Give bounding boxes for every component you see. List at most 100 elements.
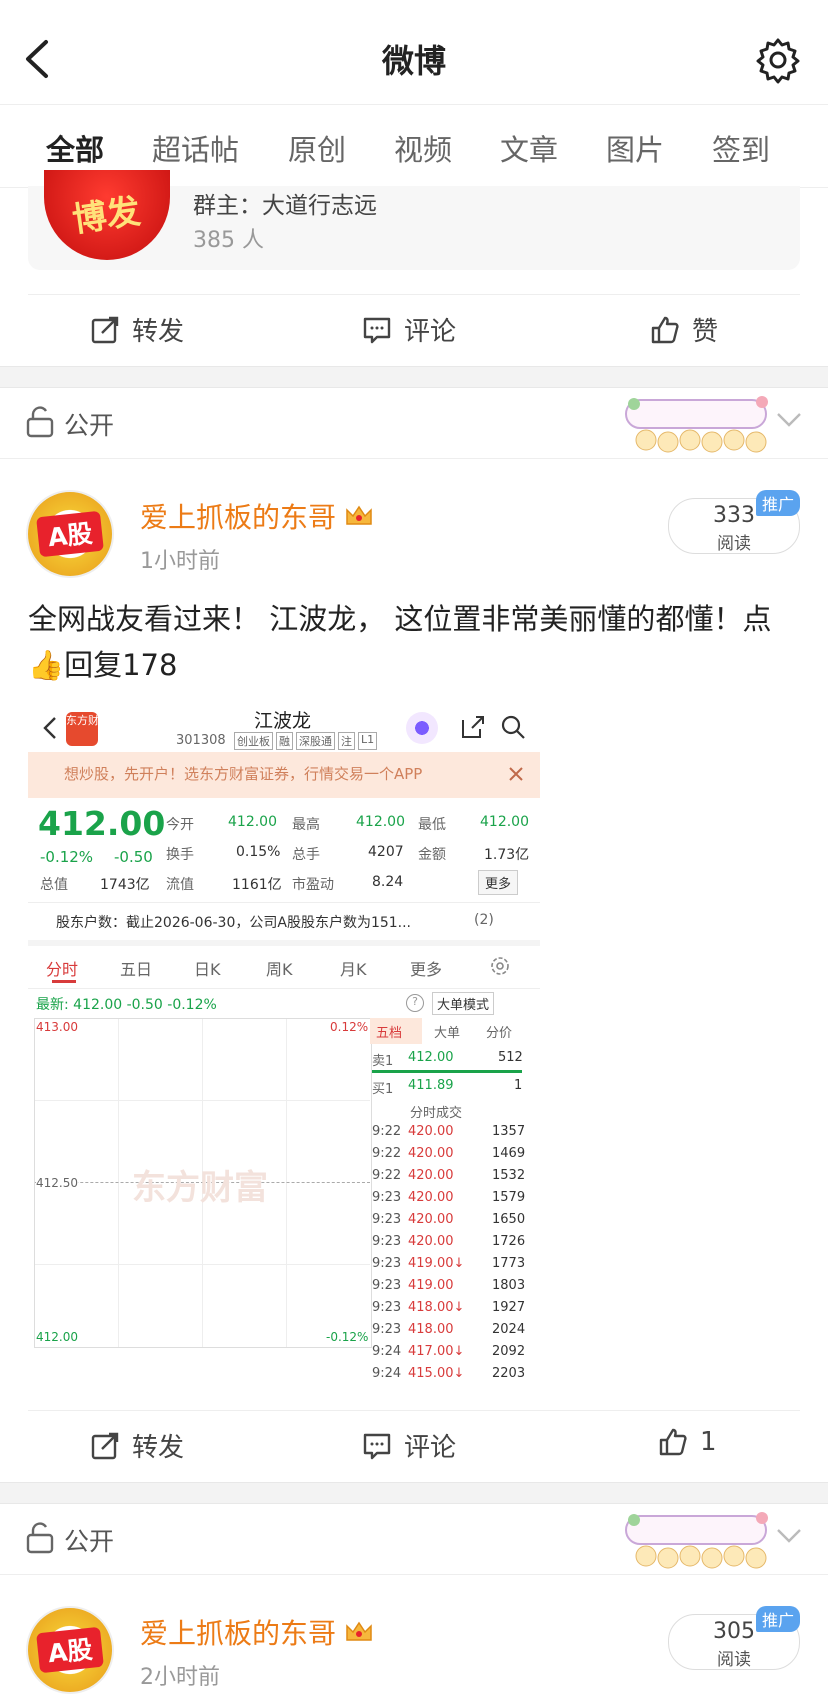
chart-tab-weekly: 周K [266, 960, 293, 979]
author-name[interactable]: 爱上抓板的东哥 [140, 1612, 336, 1652]
trade-price: 418.00 [408, 1322, 454, 1337]
trade-qty: 2203 [492, 1366, 526, 1381]
robot-avatar-icon [406, 712, 438, 744]
tab-all[interactable]: 全部 [46, 127, 104, 169]
post-actions-bar: 转发 评论 赞 [28, 294, 800, 367]
trade-time: 9:22 [372, 1124, 402, 1139]
high-value: 412.00 [356, 814, 405, 830]
visibility-label: 公开 [64, 411, 115, 440]
trades-list: 9:22 420.00 1357 9:22 420.00 1469 9:22 420.00 15… [372, 1124, 538, 1382]
trade-price: 420.00 [408, 1168, 454, 1183]
float-value: 1161亿 [232, 877, 282, 893]
tag-connect: 深股通 [296, 732, 335, 750]
thumbs-up-icon [659, 1428, 687, 1456]
holders-count: (2) [474, 912, 494, 928]
chart-tab-more: 更多 [410, 960, 443, 979]
divider [28, 940, 540, 946]
tag-chuangye: 创业板 [234, 732, 273, 750]
trade-price: 420.00 [408, 1146, 454, 1161]
tab-checkin[interactable]: 签到 [712, 127, 770, 169]
change-pct: -0.12% [40, 848, 94, 866]
stock-tags: 创业板 融 深股通 注 L1 [234, 732, 378, 750]
grid-line [286, 1019, 287, 1347]
turnover-label: 换手 [166, 847, 194, 863]
like-button[interactable]: 赞 [650, 311, 718, 348]
trade-row: 9:22 420.00 1532 [372, 1168, 538, 1190]
trade-row: 9:23 420.00 1650 [372, 1212, 538, 1234]
buy1-price: 411.89 [408, 1078, 454, 1093]
trade-time: 9:23 [372, 1190, 402, 1205]
trade-time: 9:23 [372, 1212, 402, 1227]
chevron-down-icon[interactable] [776, 1526, 802, 1546]
avatar[interactable]: A股 [26, 1606, 114, 1694]
comment-button[interactable]: 评论 [362, 1427, 456, 1464]
trade-price: 418.00↓ [408, 1300, 465, 1315]
trade-time: 9:22 [372, 1146, 402, 1161]
trade-row: 9:23 420.00 1726 [372, 1234, 538, 1256]
trade-row: 9:23 418.00 2024 [372, 1322, 538, 1344]
trade-qty: 1650 [492, 1212, 526, 1227]
trade-qty: 1579 [492, 1190, 526, 1205]
chevron-down-icon[interactable] [776, 410, 802, 430]
repost-button[interactable]: 转发 [90, 1427, 184, 1464]
divider [28, 988, 540, 989]
trade-price: 415.00↓ [408, 1366, 465, 1381]
trade-row: 9:24 417.00↓ 2092 [372, 1344, 538, 1366]
tab-article[interactable]: 文章 [500, 127, 558, 169]
avatar[interactable]: A股 [26, 490, 114, 578]
chart-settings-icon [491, 957, 509, 975]
trade-time: 9:23 [372, 1256, 402, 1271]
feed-separator [0, 1482, 828, 1504]
post-actions-bar: 转发 评论 1 [28, 1410, 800, 1483]
trade-qty: 1927 [492, 1300, 526, 1315]
gear-icon[interactable] [754, 36, 802, 84]
tab-original[interactable]: 原创 [288, 127, 346, 169]
like-button[interactable]: 1 [658, 1427, 717, 1457]
high-label: 最高 [292, 817, 320, 833]
group-owner: 群主：大道行志远 [193, 193, 377, 219]
post-image-stock-screenshot[interactable]: 东方财富 江波龙 301308 创业板 融 深股通 注 L1 想炒股，先开户！选… [28, 700, 540, 1382]
last-price: 412.00 [38, 804, 166, 843]
trade-qty: 1532 [492, 1168, 526, 1183]
repost-button[interactable]: 转发 [90, 311, 184, 348]
share-icon [462, 716, 484, 738]
chart-tab-monthly: 月K [340, 960, 367, 979]
holders-text: 股东户数：截止2026-06-30，公司A股股东户数为151... [56, 915, 412, 931]
trade-price: 420.00 [408, 1190, 454, 1205]
repost-label: 转发 [132, 317, 185, 347]
banner-text: 想炒股，先开户！选东方财富证券，行情交易一个APP [64, 765, 423, 783]
thumbs-up-icon [651, 316, 679, 343]
tab-video[interactable]: 视频 [394, 127, 452, 169]
grid-line [35, 1100, 370, 1101]
tab-image[interactable]: 图片 [606, 127, 664, 169]
avatar-badge: A股 [36, 510, 104, 558]
trade-qty: 1803 [492, 1278, 526, 1293]
trade-qty: 1773 [492, 1256, 526, 1271]
stock-name: 江波龙 [254, 710, 312, 732]
sell1-qty: 512 [498, 1050, 523, 1065]
trade-price: 420.00 [408, 1234, 454, 1249]
read-label: 阅读 [717, 534, 751, 554]
help-icon: ? [406, 994, 424, 1012]
open-value: 412.00 [228, 814, 277, 830]
amount-value: 1.73亿 [484, 847, 530, 863]
app-logo: 东方财富 [66, 712, 110, 746]
read-label: 阅读 [717, 1650, 751, 1670]
close-icon [509, 767, 523, 781]
author-name[interactable]: 爱上抓板的东哥 [140, 496, 336, 536]
comment-button[interactable]: 评论 [362, 311, 456, 348]
chart-tab-5day: 五日 [120, 960, 153, 979]
tab-supertopic[interactable]: 超话帖 [152, 127, 239, 169]
tag-margin: 融 [276, 732, 293, 750]
page-title: 微博 [381, 42, 446, 80]
group-avatar-text: 博发 [70, 191, 143, 241]
cute-sticker-icon [625, 396, 768, 453]
search-icon [501, 715, 525, 739]
sell1-price: 412.00 [408, 1050, 454, 1065]
buy1-qty: 1 [514, 1078, 523, 1093]
back-arrow-icon[interactable] [18, 36, 58, 82]
trade-price: 417.00↓ [408, 1344, 465, 1359]
author-row: 爱上抓板的东哥 [140, 496, 374, 536]
group-member-count: 385 人 [193, 228, 264, 253]
book-tab-price: 分价 [486, 1026, 513, 1041]
